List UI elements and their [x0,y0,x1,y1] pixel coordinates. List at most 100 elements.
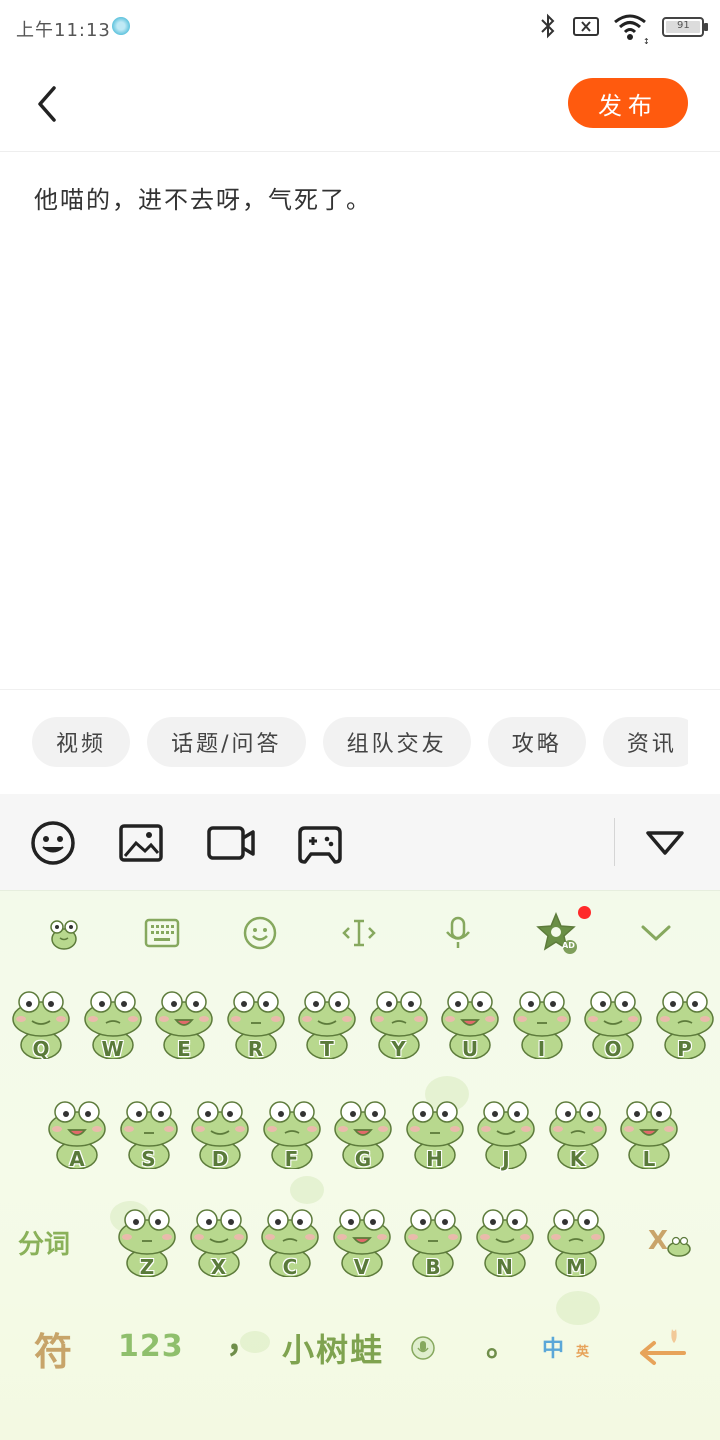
video-button[interactable] [206,820,256,866]
back-button[interactable] [24,78,72,130]
tag-topic-qa[interactable]: 话题/问答 [147,717,306,767]
key-label: W [101,1037,124,1061]
key-label: S [141,1147,156,1171]
status-time: 上午11:13 [16,20,111,41]
post-text: 他喵的，进不去呀，气死了。 [34,186,372,214]
enter-arrow-icon [640,1329,686,1365]
tag-team-friends[interactable]: 组队交友 [322,717,471,767]
battery-level: 91 [677,20,690,31]
key-f[interactable]: F [259,1093,325,1171]
key-label: E [177,1037,191,1061]
smiley-icon [243,916,277,950]
key-label: I [537,1037,546,1061]
key-label: J [502,1147,510,1171]
toolbar-divider [614,818,615,866]
language-switch-key[interactable]: 中 英 [540,1329,600,1369]
delete-key[interactable]: X [646,1221,694,1259]
key-g[interactable]: G [330,1093,396,1171]
key-j[interactable]: J [473,1093,539,1171]
lily-pad-decoration [556,1291,600,1325]
key-a[interactable]: A [44,1093,110,1171]
key-label: G [354,1147,372,1171]
key-label: K [569,1147,586,1171]
key-x[interactable]: X [186,1201,252,1279]
screen: 上午11:13 ↕ 91 发布 他喵的，进不去呀，气死了。 视频 话题/问答 组… [0,0,720,1440]
notification-dot [578,906,591,919]
tag-list[interactable]: 视频 话题/问答 组队交友 攻略 资讯 [32,717,688,767]
key-k[interactable]: K [545,1093,611,1171]
key-y[interactable]: Y [366,983,432,1061]
key-t[interactable]: T [294,983,360,1061]
app-notification-icon [112,17,130,35]
bluetooth-icon [541,13,555,39]
tag-guide[interactable]: 攻略 [487,717,586,767]
tag-news[interactable]: 资讯 [602,717,688,767]
publish-button[interactable]: 发布 [568,78,688,128]
post-editor[interactable]: 他喵的，进不去呀，气死了。 [0,152,720,690]
key-label: Q [32,1037,50,1061]
key-o[interactable]: O [580,983,646,1061]
key-z[interactable]: Z [114,1201,180,1279]
gamepad-button[interactable] [297,820,343,866]
emoji-button[interactable] [30,820,76,866]
keyboard-skin-button[interactable] [42,911,86,955]
comma-key[interactable]: ， [226,1313,260,1362]
number-key[interactable]: 123 [118,1329,184,1364]
compose-header: 发布 [0,56,720,152]
lily-pad-decoration [290,1176,324,1204]
cursor-move-button[interactable] [337,911,381,955]
tag-bar: 视频 话题/问答 组队交友 攻略 资讯 [0,690,720,794]
microphone-icon [446,916,470,948]
favorites-button[interactable]: AD [534,911,578,955]
space-theme-label: 小树蛙 [282,1331,385,1369]
image-button[interactable] [118,820,164,866]
key-label: F [284,1147,299,1171]
key-n[interactable]: N [472,1201,538,1279]
key-label: C [282,1255,298,1279]
language-chinese-label: 中 [542,1337,565,1362]
key-q[interactable]: Q [8,983,74,1061]
key-p[interactable]: P [652,983,718,1061]
key-l[interactable]: L [616,1093,682,1171]
key-label: A [69,1147,85,1171]
frog-logo-icon [50,920,78,950]
key-label: U [461,1037,479,1061]
key-label: X [210,1255,227,1279]
key-d[interactable]: D [187,1093,253,1171]
segment-key[interactable]: 分词 [18,1224,70,1261]
key-s[interactable]: S [116,1093,182,1171]
wifi-icon: ↕ [614,14,650,46]
keyboard-layout-button[interactable] [140,911,184,955]
tag-video[interactable]: 视频 [32,717,131,767]
key-label: N [496,1255,513,1279]
key-b[interactable]: B [400,1201,466,1279]
symbol-key[interactable]: 符 [34,1321,72,1376]
key-label: M [566,1255,586,1279]
key-label: Z [139,1255,155,1279]
period-key[interactable]: 。 [486,1321,516,1365]
svg-text:↕: ↕ [643,37,650,46]
voice-input-button[interactable] [436,911,480,955]
hide-keyboard-button[interactable] [634,911,678,955]
key-label: D [211,1147,229,1171]
enter-key[interactable] [632,1323,690,1371]
key-w[interactable]: W [80,983,146,1061]
key-i[interactable]: I [509,983,575,1061]
space-mic-icon [411,1336,435,1360]
key-label: B [425,1255,441,1279]
key-v[interactable]: V [329,1201,395,1279]
collapse-button[interactable] [642,820,688,866]
key-e[interactable]: E [151,983,217,1061]
status-bar: 上午11:13 ↕ 91 [0,0,720,56]
space-key[interactable]: 小树蛙 [282,1323,442,1373]
key-label: L [642,1147,656,1171]
key-label: O [604,1037,622,1061]
key-m[interactable]: M [543,1201,609,1279]
key-h[interactable]: H [402,1093,468,1171]
key-c[interactable]: C [257,1201,323,1279]
key-r[interactable]: R [223,983,289,1061]
frog-keyboard: AD Q W E R T Y U I O P A S D F G H J K L Z X C V B N M 分词 X 符 1… [0,890,720,1440]
keyboard-emoji-button[interactable] [238,911,282,955]
key-u[interactable]: U [437,983,503,1061]
ad-label: AD [562,941,575,950]
